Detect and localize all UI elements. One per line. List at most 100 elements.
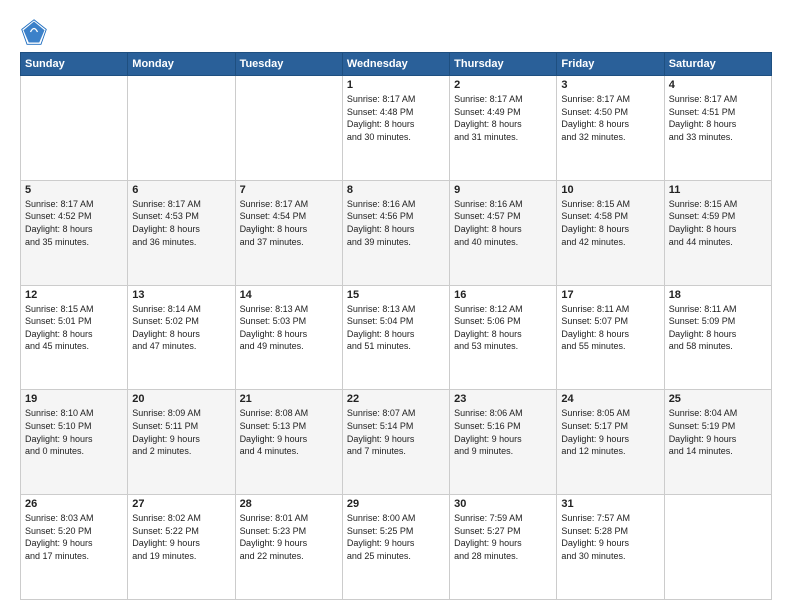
day-number: 31 [561, 498, 659, 510]
day-cell-6: 6Sunrise: 8:17 AM Sunset: 4:53 PM Daylig… [128, 180, 235, 285]
day-info: Sunrise: 8:07 AM Sunset: 5:14 PM Dayligh… [347, 407, 445, 457]
day-number: 3 [561, 79, 659, 91]
day-cell-19: 19 Sunrise: 8:10 AM Sunset: 5:10 PM Dayli… [21, 390, 128, 495]
day-cell-27: 27Sunrise: 8:02 AM Sunset: 5:22 PM Dayli… [128, 495, 235, 600]
empty-cell [235, 76, 342, 181]
weekday-header-monday: Monday [128, 53, 235, 76]
day-cell-17: 17 Sunrise: 8:11 AM Sunset: 5:07 PM Dayli… [557, 285, 664, 390]
weekday-header-friday: Friday [557, 53, 664, 76]
day-cell-4: 4 Sunrise: 8:17 AM Sunset: 4:51 PM Daylig… [664, 76, 771, 181]
week-row-2: 5Sunrise: 8:17 AM Sunset: 4:52 PM Daylig… [21, 180, 772, 285]
week-row-5: 26 Sunrise: 8:03 AM Sunset: 5:20 PM Dayli… [21, 495, 772, 600]
day-number: 18 [669, 289, 767, 301]
day-cell-29: 29 Sunrise: 8:00 AM Sunset: 5:25 PM Dayli… [342, 495, 449, 600]
day-info: Sunrise: 8:17 AM Sunset: 4:50 PM Dayligh… [561, 93, 659, 143]
day-info: Sunrise: 8:02 AM Sunset: 5:22 PM Dayligh… [132, 512, 230, 562]
day-number: 16 [454, 289, 552, 301]
day-cell-5: 5Sunrise: 8:17 AM Sunset: 4:52 PM Daylig… [21, 180, 128, 285]
day-info: Sunrise: 7:57 AM Sunset: 5:28 PM Dayligh… [561, 512, 659, 562]
day-info: Sunrise: 8:11 AM Sunset: 5:07 PM Dayligh… [561, 303, 659, 353]
day-number: 9 [454, 184, 552, 196]
day-info: Sunrise: 8:16 AM Sunset: 4:56 PM Dayligh… [347, 198, 445, 248]
calendar-table: SundayMondayTuesdayWednesdayThursdayFrid… [20, 52, 772, 600]
day-info: Sunrise: 8:16 AM Sunset: 4:57 PM Dayligh… [454, 198, 552, 248]
day-number: 22 [347, 393, 445, 405]
empty-cell [128, 76, 235, 181]
day-info: Sunrise: 8:08 AM Sunset: 5:13 PM Dayligh… [240, 407, 338, 457]
logo-icon [20, 18, 48, 46]
day-cell-1: 1 Sunrise: 8:17 AM Sunset: 4:48 PM Daylig… [342, 76, 449, 181]
day-info: Sunrise: 8:15 AM Sunset: 5:01 PM Dayligh… [25, 303, 123, 353]
day-cell-8: 8 Sunrise: 8:16 AM Sunset: 4:56 PM Daylig… [342, 180, 449, 285]
day-cell-25: 25 Sunrise: 8:04 AM Sunset: 5:19 PM Dayli… [664, 390, 771, 495]
day-info: Sunrise: 8:17 AM Sunset: 4:54 PM Dayligh… [240, 198, 338, 248]
day-info: Sunrise: 8:00 AM Sunset: 5:25 PM Dayligh… [347, 512, 445, 562]
day-number: 29 [347, 498, 445, 510]
week-row-4: 19 Sunrise: 8:10 AM Sunset: 5:10 PM Dayli… [21, 390, 772, 495]
empty-cell [21, 76, 128, 181]
day-number: 20 [132, 393, 230, 405]
day-info: Sunrise: 8:11 AM Sunset: 5:09 PM Dayligh… [669, 303, 767, 353]
week-row-1: 1 Sunrise: 8:17 AM Sunset: 4:48 PM Daylig… [21, 76, 772, 181]
weekday-header-wednesday: Wednesday [342, 53, 449, 76]
day-info: Sunrise: 8:17 AM Sunset: 4:48 PM Dayligh… [347, 93, 445, 143]
day-cell-2: 2 Sunrise: 8:17 AM Sunset: 4:49 PM Daylig… [450, 76, 557, 181]
day-info: Sunrise: 8:17 AM Sunset: 4:49 PM Dayligh… [454, 93, 552, 143]
day-info: Sunrise: 8:10 AM Sunset: 5:10 PM Dayligh… [25, 407, 123, 457]
day-cell-24: 24 Sunrise: 8:05 AM Sunset: 5:17 PM Dayli… [557, 390, 664, 495]
weekday-header-tuesday: Tuesday [235, 53, 342, 76]
day-info: Sunrise: 8:04 AM Sunset: 5:19 PM Dayligh… [669, 407, 767, 457]
weekday-header-sunday: Sunday [21, 53, 128, 76]
day-number: 14 [240, 289, 338, 301]
day-cell-18: 18 Sunrise: 8:11 AM Sunset: 5:09 PM Dayli… [664, 285, 771, 390]
day-cell-21: 21 Sunrise: 8:08 AM Sunset: 5:13 PM Dayli… [235, 390, 342, 495]
day-cell-30: 30 Sunrise: 7:59 AM Sunset: 5:27 PM Dayli… [450, 495, 557, 600]
day-cell-31: 31 Sunrise: 7:57 AM Sunset: 5:28 PM Dayli… [557, 495, 664, 600]
day-number: 1 [347, 79, 445, 91]
day-info: Sunrise: 8:03 AM Sunset: 5:20 PM Dayligh… [25, 512, 123, 562]
day-info: Sunrise: 8:14 AM Sunset: 5:02 PM Dayligh… [132, 303, 230, 353]
day-number: 2 [454, 79, 552, 91]
day-number: 7 [240, 184, 338, 196]
day-cell-11: 11Sunrise: 8:15 AM Sunset: 4:59 PM Dayli… [664, 180, 771, 285]
week-row-3: 12Sunrise: 8:15 AM Sunset: 5:01 PM Dayli… [21, 285, 772, 390]
day-number: 23 [454, 393, 552, 405]
day-info: Sunrise: 8:13 AM Sunset: 5:03 PM Dayligh… [240, 303, 338, 353]
day-cell-23: 23Sunrise: 8:06 AM Sunset: 5:16 PM Dayli… [450, 390, 557, 495]
day-cell-26: 26 Sunrise: 8:03 AM Sunset: 5:20 PM Dayli… [21, 495, 128, 600]
day-number: 4 [669, 79, 767, 91]
day-number: 21 [240, 393, 338, 405]
day-info: Sunrise: 8:17 AM Sunset: 4:53 PM Dayligh… [132, 198, 230, 248]
empty-cell [664, 495, 771, 600]
day-number: 11 [669, 184, 767, 196]
day-info: Sunrise: 8:15 AM Sunset: 4:58 PM Dayligh… [561, 198, 659, 248]
day-number: 30 [454, 498, 552, 510]
day-number: 28 [240, 498, 338, 510]
logo [20, 18, 52, 46]
weekday-header-saturday: Saturday [664, 53, 771, 76]
day-cell-3: 3 Sunrise: 8:17 AM Sunset: 4:50 PM Daylig… [557, 76, 664, 181]
day-number: 26 [25, 498, 123, 510]
day-cell-14: 14 Sunrise: 8:13 AM Sunset: 5:03 PM Dayli… [235, 285, 342, 390]
day-info: Sunrise: 7:59 AM Sunset: 5:27 PM Dayligh… [454, 512, 552, 562]
day-number: 19 [25, 393, 123, 405]
page: SundayMondayTuesdayWednesdayThursdayFrid… [0, 0, 792, 612]
day-info: Sunrise: 8:05 AM Sunset: 5:17 PM Dayligh… [561, 407, 659, 457]
day-cell-22: 22 Sunrise: 8:07 AM Sunset: 5:14 PM Dayli… [342, 390, 449, 495]
day-info: Sunrise: 8:13 AM Sunset: 5:04 PM Dayligh… [347, 303, 445, 353]
day-number: 25 [669, 393, 767, 405]
day-cell-15: 15 Sunrise: 8:13 AM Sunset: 5:04 PM Dayli… [342, 285, 449, 390]
day-info: Sunrise: 8:09 AM Sunset: 5:11 PM Dayligh… [132, 407, 230, 457]
day-cell-12: 12Sunrise: 8:15 AM Sunset: 5:01 PM Dayli… [21, 285, 128, 390]
day-info: Sunrise: 8:17 AM Sunset: 4:51 PM Dayligh… [669, 93, 767, 143]
day-cell-20: 20 Sunrise: 8:09 AM Sunset: 5:11 PM Dayli… [128, 390, 235, 495]
day-number: 13 [132, 289, 230, 301]
day-cell-13: 13 Sunrise: 8:14 AM Sunset: 5:02 PM Dayli… [128, 285, 235, 390]
day-number: 8 [347, 184, 445, 196]
day-number: 17 [561, 289, 659, 301]
header [20, 18, 772, 46]
day-number: 24 [561, 393, 659, 405]
day-number: 10 [561, 184, 659, 196]
day-number: 15 [347, 289, 445, 301]
weekday-header-thursday: Thursday [450, 53, 557, 76]
